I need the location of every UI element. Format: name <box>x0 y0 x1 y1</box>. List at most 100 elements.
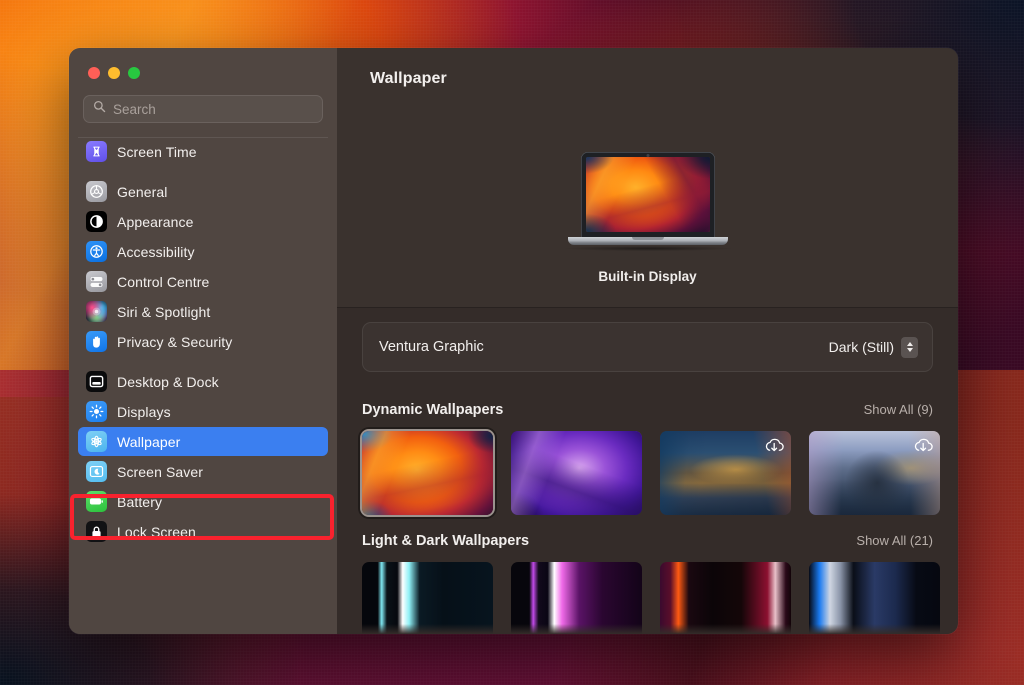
sidebar-item-general[interactable]: General <box>78 177 328 206</box>
sidebar-item-label: Screen Time <box>117 143 197 160</box>
thumbnail-row-dynamic <box>362 431 940 515</box>
sidebar-scroll-divider <box>78 137 328 138</box>
macbook-lid <box>580 152 715 238</box>
chevron-up-down-icon <box>901 336 918 358</box>
thumbnail-art <box>660 562 791 634</box>
desktop-background: Screen Time <box>0 0 1024 685</box>
main-panel: Wallpaper Built-in Display Ventura Graph… <box>337 48 958 634</box>
sidebar-item-privacy-security[interactable]: Privacy & Security <box>78 327 328 356</box>
show-all-light-dark-button[interactable]: Show All (21) <box>856 533 933 548</box>
sidebar-item-label: Wallpaper <box>117 433 181 450</box>
sidebar-item-control-centre[interactable]: Control Centre <box>78 267 328 296</box>
sidebar-item-desktop-dock[interactable]: Desktop & Dock <box>78 367 328 396</box>
lock-icon <box>86 521 107 542</box>
system-settings-window: Screen Time <box>69 48 958 634</box>
wallpaper-thumbnail[interactable] <box>809 431 940 515</box>
close-button[interactable] <box>88 67 100 79</box>
wallpaper-thumbnail[interactable] <box>511 562 642 634</box>
display-device-preview: Built-in Display <box>337 152 958 284</box>
section-header: Dynamic Wallpapers Show All (9) <box>362 402 933 418</box>
thumbnail-art <box>511 562 642 634</box>
brightness-sun-icon <box>86 401 107 422</box>
hand-icon <box>86 331 107 352</box>
macbook-illustration <box>580 152 715 238</box>
sidebar-item-accessibility[interactable]: Accessibility <box>78 237 328 266</box>
search-field[interactable] <box>83 95 323 123</box>
sidebar-item-label: Desktop & Dock <box>117 373 219 390</box>
flower-icon <box>86 431 107 452</box>
sidebar-item-battery[interactable]: Battery <box>78 487 328 516</box>
sliders-icon <box>86 271 107 292</box>
sidebar-item-siri-spotlight[interactable]: Siri & Spotlight <box>78 297 328 326</box>
sidebar-bottom-fade <box>69 608 337 634</box>
wallpaper-thumbnail[interactable] <box>362 562 493 634</box>
current-wallpaper-name: Ventura Graphic <box>379 339 484 355</box>
sidebar-item-label: General <box>117 183 168 200</box>
page-title: Wallpaper <box>370 70 447 87</box>
current-wallpaper-row: Ventura Graphic Dark (Still) <box>362 322 933 372</box>
sidebar-item-appearance[interactable]: Appearance <box>78 207 328 236</box>
gear-icon <box>86 181 107 202</box>
wallpaper-thumbnail[interactable] <box>362 431 493 515</box>
sidebar-item-lock-screen[interactable]: Lock Screen <box>78 517 328 546</box>
moon-frame-icon <box>86 461 107 482</box>
download-cloud-icon[interactable] <box>764 437 784 454</box>
sidebar-group-desktop: Desktop & Dock Displays Wallpaper Screen… <box>78 367 328 557</box>
thumbnail-art <box>511 431 642 515</box>
display-name-label: Built-in Display <box>598 269 697 284</box>
macbook-hinge-notch <box>631 237 664 240</box>
macbook-screen <box>585 157 710 232</box>
wallpaper-style-value: Dark (Still) <box>828 339 894 355</box>
wallpaper-thumbnail[interactable] <box>660 562 791 634</box>
search-input[interactable] <box>113 101 313 117</box>
contrast-circle-icon <box>86 211 107 232</box>
sidebar-item-label: Privacy & Security <box>117 333 233 350</box>
wallpaper-style-popup-button[interactable]: Dark (Still) <box>828 336 918 358</box>
macbook-camera-icon <box>646 153 649 157</box>
sidebar-item-wallpaper[interactable]: Wallpaper <box>78 427 328 456</box>
hourglass-icon <box>86 141 107 162</box>
screen-wallpaper-corners <box>585 157 710 232</box>
show-all-dynamic-button[interactable]: Show All (9) <box>864 402 933 417</box>
wallpaper-thumbnail[interactable] <box>809 562 940 634</box>
section-light-dark-wallpapers: Light & Dark Wallpapers Show All (21) <box>362 533 940 634</box>
sidebar-group-system: General Appearance Accessibility Control… <box>78 177 328 367</box>
maximize-button[interactable] <box>128 67 140 79</box>
wallpaper-thumbnail[interactable] <box>511 431 642 515</box>
sidebar-item-label: Siri & Spotlight <box>117 303 211 320</box>
sidebar-nav-list: Screen Time General Appearance Accessibi… <box>69 137 337 557</box>
battery-icon <box>86 491 107 512</box>
window-dock-icon <box>86 371 107 392</box>
section-title: Dynamic Wallpapers <box>362 402 504 418</box>
macbook-base <box>567 237 728 245</box>
wallpaper-content-scroll[interactable]: Ventura Graphic Dark (Still) Dynamic Wal… <box>337 308 958 634</box>
macbook-shadow <box>563 246 732 251</box>
display-preview-section: Wallpaper Built-in Display <box>337 48 958 308</box>
thumbnail-art <box>362 431 493 515</box>
sidebar-item-displays[interactable]: Displays <box>78 397 328 426</box>
sidebar-item-label: Control Centre <box>117 273 210 290</box>
sidebar-scroll-area[interactable]: Screen Time General Appearance Accessibi… <box>69 137 337 634</box>
thumbnail-art <box>362 562 493 634</box>
download-cloud-icon[interactable] <box>913 437 933 454</box>
section-dynamic-wallpapers: Dynamic Wallpapers Show All (9) <box>362 402 940 515</box>
sidebar-item-label: Displays <box>117 403 171 420</box>
search-icon <box>93 100 106 118</box>
section-header: Light & Dark Wallpapers Show All (21) <box>362 533 933 549</box>
thumbnail-art <box>809 562 940 634</box>
accessibility-person-icon <box>86 241 107 262</box>
sidebar-item-screen-saver[interactable]: Screen Saver <box>78 457 328 486</box>
sidebar-group-screentime: Screen Time <box>78 137 328 177</box>
window-traffic-lights <box>69 48 337 79</box>
wallpaper-thumbnail[interactable] <box>660 431 791 515</box>
sidebar-item-label: Screen Saver <box>117 463 204 480</box>
section-title: Light & Dark Wallpapers <box>362 533 530 549</box>
siri-orb-icon <box>86 301 107 322</box>
sidebar-item-label: Battery <box>117 493 163 510</box>
search-container <box>69 79 337 123</box>
thumbnail-row-light-dark <box>362 562 940 634</box>
sidebar-item-label: Appearance <box>117 213 194 230</box>
sidebar-item-label: Lock Screen <box>117 523 196 540</box>
sidebar-item-screen-time[interactable]: Screen Time <box>78 137 328 166</box>
minimize-button[interactable] <box>108 67 120 79</box>
